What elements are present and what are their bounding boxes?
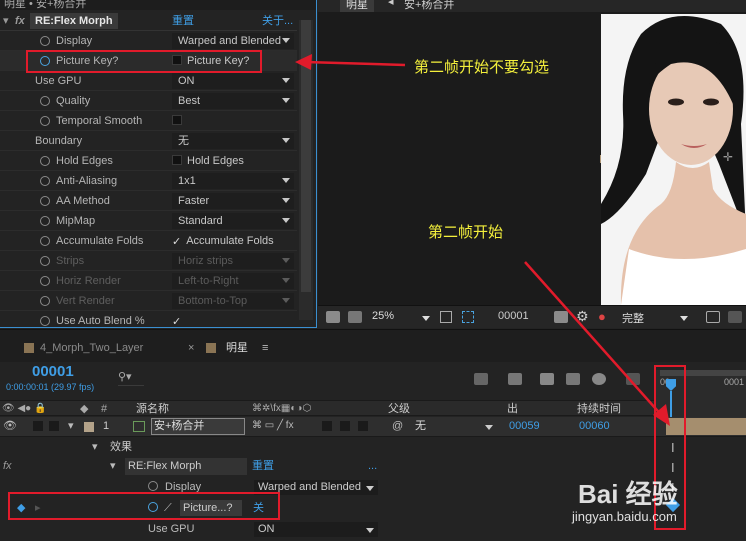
arrow-to-timeline <box>524 261 665 419</box>
watermark-url: jingyan.baidu.com <box>572 509 677 524</box>
annotation-arrows <box>295 54 670 426</box>
watermark-brand: Bai 经验 <box>578 479 678 509</box>
arrowhead-icon <box>295 54 312 70</box>
arrow-to-picture-key <box>304 60 406 67</box>
